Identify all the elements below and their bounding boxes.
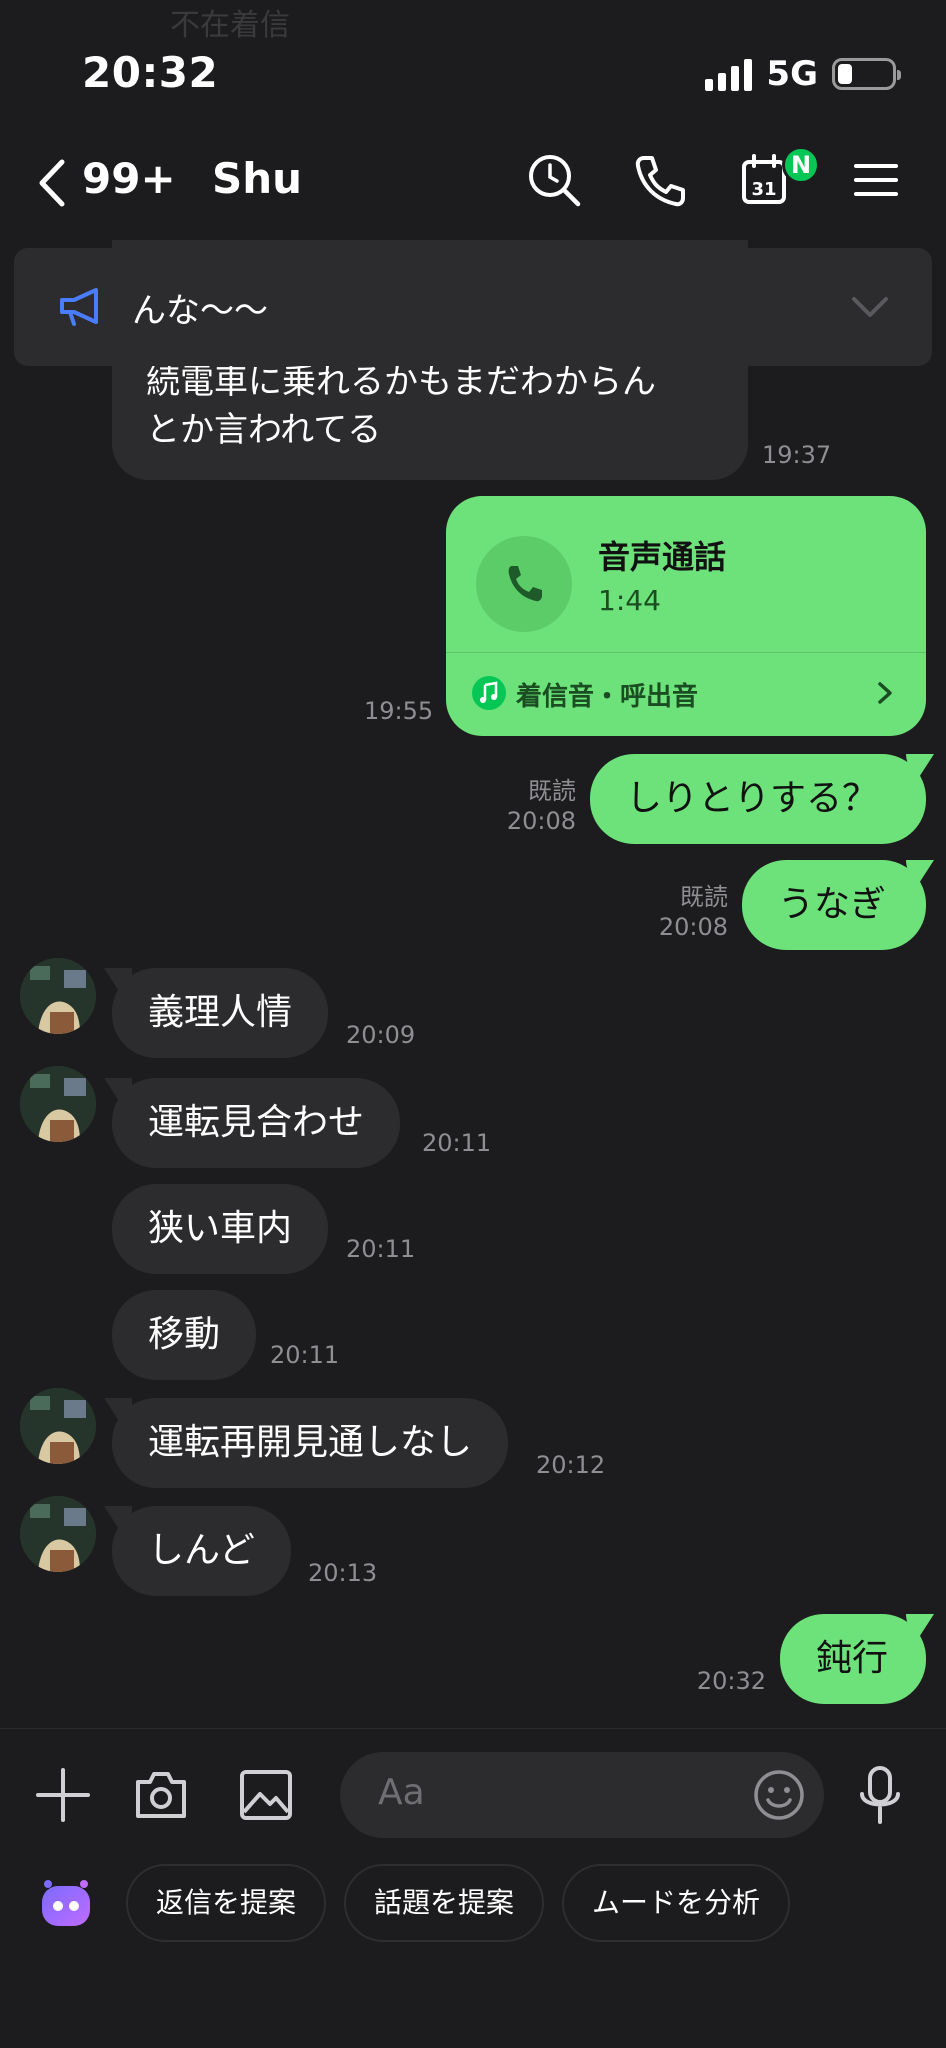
message-time: 20:11 <box>422 1129 492 1157</box>
ringtone-link[interactable]: 着信音・呼出音 <box>516 676 698 713</box>
network-label: 5G <box>766 54 818 94</box>
megaphone-icon <box>60 288 98 326</box>
call-title: 音声通話 <box>598 538 727 576</box>
message-time: 20:32 <box>696 1667 766 1695</box>
message-bubble-outgoing[interactable]: うなぎ <box>742 860 926 950</box>
message-time: 20:11 <box>346 1235 416 1263</box>
chat-title[interactable]: Shu <box>212 154 302 203</box>
announcement-bar[interactable]: んな〜〜 <box>14 248 932 366</box>
message-time: 20:08 <box>658 913 728 941</box>
unread-count[interactable]: 99+ <box>82 154 176 203</box>
avatar[interactable] <box>20 958 96 1034</box>
avatar[interactable] <box>20 1388 96 1464</box>
message-bubble-outgoing[interactable]: しりとりする？ <box>590 754 926 844</box>
status-time: 20:32 <box>82 48 219 97</box>
message-input-placeholder: Aa <box>378 1772 425 1813</box>
battery-icon <box>832 58 901 90</box>
call-duration: 1:44 <box>598 584 661 617</box>
avatar[interactable] <box>20 1066 96 1142</box>
message-time: 20:09 <box>346 1021 416 1049</box>
camera-icon[interactable] <box>132 1768 190 1822</box>
read-receipt: 既読 <box>680 883 728 911</box>
suggest-reply-chip[interactable]: 返信を提案 <box>126 1864 327 1942</box>
back-chevron-icon[interactable] <box>34 158 70 208</box>
message-time: 19:37 <box>762 441 832 469</box>
menu-icon[interactable] <box>846 150 906 210</box>
message-time: 19:55 <box>364 697 434 725</box>
phone-icon <box>508 566 542 602</box>
message-bubble-incoming[interactable]: 狭い車内 <box>112 1184 329 1274</box>
analyze-mood-chip[interactable]: ムードを分析 <box>562 1864 791 1942</box>
message-text-partial: 続電車に乗れるかもまだわからん とか言われてる <box>146 362 656 450</box>
microphone-icon[interactable] <box>856 1764 904 1828</box>
message-bubble-incoming[interactable]: 移動 <box>112 1290 257 1380</box>
music-note-icon <box>472 676 506 710</box>
search-icon[interactable] <box>524 150 584 210</box>
chevron-right-icon <box>878 682 892 704</box>
message-time: 20:11 <box>270 1341 340 1369</box>
svg-text:31: 31 <box>751 179 776 200</box>
message-bubble-incoming[interactable]: 運転見合わせ <box>112 1078 401 1168</box>
suggest-topic-chip[interactable]: 話題を提案 <box>344 1864 545 1942</box>
message-bubble-incoming[interactable]: 義理人情 <box>112 968 329 1058</box>
image-icon[interactable] <box>238 1768 294 1822</box>
signal-icon <box>705 57 753 91</box>
plus-icon[interactable] <box>34 1766 92 1824</box>
status-indicators: 5G <box>705 54 901 94</box>
read-receipt: 既読 <box>528 777 576 805</box>
message-bubble-incoming[interactable]: しんど <box>112 1506 291 1596</box>
voice-call-card[interactable]: 音声通話 1:44 着信音・呼出音 <box>446 496 926 736</box>
message-bubble-incoming[interactable]: 運転再開見通しなし <box>112 1398 509 1488</box>
ai-assistant-icon[interactable] <box>38 1876 94 1930</box>
avatar[interactable] <box>20 1496 96 1572</box>
faded-missed-call-text: 不在着信 <box>170 8 290 43</box>
announcement-text: んな〜〜 <box>132 290 268 331</box>
message-time: 20:12 <box>536 1451 606 1479</box>
calendar-new-badge: N <box>782 146 820 184</box>
divider <box>446 652 926 653</box>
chevron-down-icon[interactable] <box>850 294 890 320</box>
message-time: 20:08 <box>506 807 576 835</box>
emoji-icon[interactable] <box>752 1768 806 1822</box>
call-icon-circle <box>476 536 572 632</box>
message-bubble-outgoing[interactable]: 鈍行 <box>780 1614 926 1704</box>
message-time: 20:13 <box>308 1559 378 1587</box>
phone-call-icon[interactable] <box>630 150 690 210</box>
